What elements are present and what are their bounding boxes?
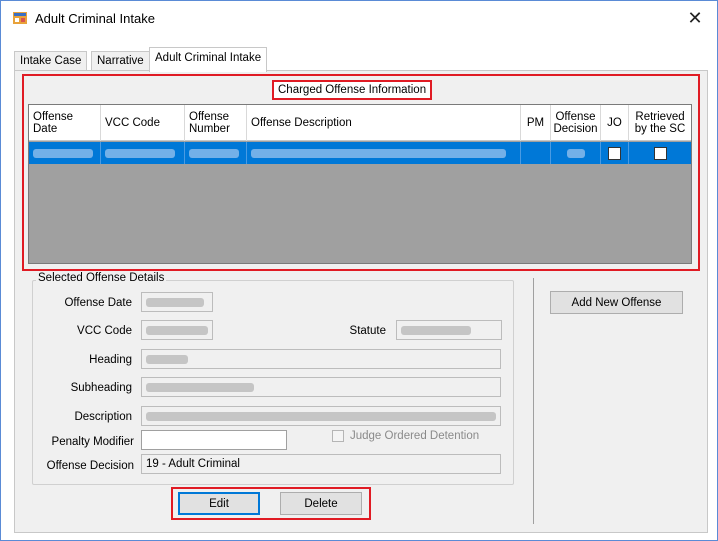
- vcc-code-field: [141, 320, 213, 340]
- cell-retrieved-by-sc[interactable]: [629, 142, 691, 164]
- offense-decision-field: 19 - Adult Criminal: [141, 454, 501, 474]
- col-offense-date[interactable]: Offense Date: [29, 105, 101, 141]
- selected-offense-details-legend: Selected Offense Details: [36, 272, 167, 284]
- statute-label: Statute: [349, 325, 386, 337]
- offense-decision-label: Offense Decision: [46, 460, 134, 472]
- cell-offense-number: [185, 142, 247, 164]
- cell-vcc-code: [101, 142, 185, 164]
- penalty-modifier-input[interactable]: [141, 430, 287, 450]
- retrieved-by-sc-checkbox[interactable]: [653, 146, 667, 160]
- form-window-icon: [13, 12, 27, 24]
- col-offense-decision[interactable]: Offense Decision: [551, 105, 601, 141]
- description-label: Description: [74, 411, 132, 423]
- col-offense-description[interactable]: Offense Description: [247, 105, 521, 141]
- cell-offense-date: [29, 142, 101, 164]
- offense-date-label: Offense Date: [64, 297, 132, 309]
- cell-offense-description: [247, 142, 521, 164]
- tab-narrative[interactable]: Narrative: [91, 51, 150, 71]
- col-retrieved-by-sc[interactable]: Retrieved by the SC: [629, 105, 691, 141]
- col-jo[interactable]: JO: [601, 105, 629, 141]
- judge-ordered-detention-label: Judge Ordered Detention: [350, 430, 480, 442]
- vertical-separator: [533, 278, 534, 524]
- cell-pm: [521, 142, 551, 164]
- add-new-offense-button[interactable]: Add New Offense: [550, 291, 683, 314]
- jo-checkbox[interactable]: [608, 146, 621, 160]
- tab-adult-criminal-intake[interactable]: Adult Criminal Intake: [149, 47, 268, 72]
- edit-button[interactable]: Edit: [178, 492, 260, 515]
- delete-button[interactable]: Delete: [280, 492, 362, 515]
- charged-offense-title: Charged Offense Information: [272, 80, 433, 100]
- col-pm[interactable]: PM: [521, 105, 551, 141]
- subheading-label: Subheading: [70, 382, 132, 394]
- offense-grid[interactable]: Offense Date VCC Code Offense Number Off…: [28, 104, 692, 264]
- cell-offense-decision: [551, 142, 601, 164]
- judge-ordered-detention-box[interactable]: [332, 430, 344, 442]
- cell-jo[interactable]: [601, 142, 629, 164]
- tab-intake-case[interactable]: Intake Case: [14, 51, 88, 71]
- subheading-field: [141, 377, 501, 397]
- col-vcc-code[interactable]: VCC Code: [101, 105, 185, 141]
- title-bar: Adult Criminal Intake ✕: [1, 1, 717, 39]
- statute-field: [396, 320, 502, 340]
- close-icon[interactable]: ✕: [673, 1, 717, 35]
- heading-label: Heading: [89, 354, 132, 366]
- vcc-code-label: VCC Code: [77, 325, 132, 337]
- table-row[interactable]: [29, 142, 691, 164]
- heading-field: [141, 349, 501, 369]
- penalty-modifier-label: Penalty Modifier: [51, 436, 134, 448]
- window-title: Adult Criminal Intake: [35, 11, 155, 26]
- col-offense-number[interactable]: Offense Number: [185, 105, 247, 141]
- description-field: [141, 406, 501, 426]
- offense-date-field: [141, 292, 213, 312]
- grid-header: Offense Date VCC Code Offense Number Off…: [29, 105, 691, 141]
- judge-ordered-detention-checkbox[interactable]: Judge Ordered Detention: [332, 430, 479, 442]
